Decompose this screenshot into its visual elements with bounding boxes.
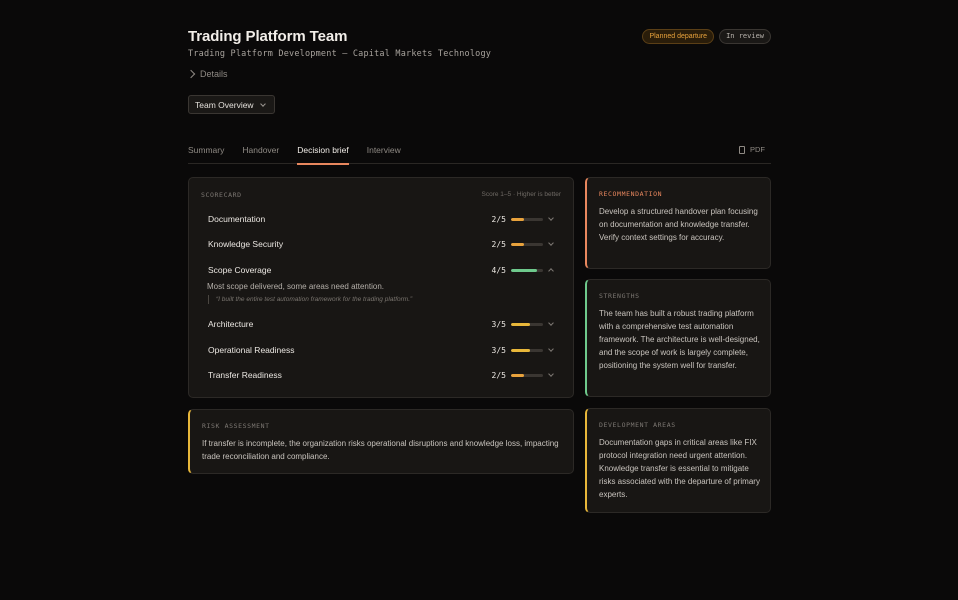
score-value: 2/5 — [491, 214, 506, 224]
chevron-down-icon — [548, 346, 554, 352]
recommendation-label: RECOMMENDATION — [599, 190, 663, 198]
pdf-button[interactable]: PDF — [739, 145, 765, 154]
score-row-knowledge-security[interactable]: Knowledge Security 2/5 — [208, 237, 555, 251]
score-bar — [511, 322, 543, 326]
chevron-right-icon — [186, 69, 196, 79]
tab-interview[interactable]: Interview — [367, 143, 401, 164]
strengths-label: STRENGTHS — [599, 292, 640, 300]
score-value: 2/5 — [491, 239, 506, 249]
in-review-badge: In review — [719, 29, 771, 44]
chevron-down-icon — [548, 240, 554, 246]
planned-departure-badge: Planned departure — [642, 29, 715, 44]
team-select-value: Team Overview — [195, 99, 254, 110]
score-bar — [511, 348, 543, 352]
score-row-name: Knowledge Security — [208, 239, 284, 249]
score-row-architecture[interactable]: Architecture 3/5 — [208, 317, 555, 331]
score-row-name: Transfer Readiness — [208, 370, 282, 380]
score-row-operational-readiness[interactable]: Operational Readiness 3/5 — [208, 343, 555, 357]
score-bar-fill — [511, 217, 524, 221]
recommendation-body: Develop a structured handover plan focus… — [599, 207, 758, 242]
tab-bar: Summary Handover Decision brief Intervie… — [188, 143, 771, 165]
score-value: 3/5 — [491, 319, 506, 329]
development-label: DEVELOPMENT AREAS — [599, 421, 676, 429]
score-bar-fill — [511, 322, 531, 326]
scope-coverage-note: Most scope delivered, some areas need at… — [207, 282, 384, 291]
chevron-down-icon — [548, 371, 554, 377]
team-select[interactable]: Team Overview — [188, 95, 275, 114]
chevron-down-icon — [548, 215, 554, 221]
score-value: 4/5 — [491, 265, 506, 275]
recommendation-card: RECOMMENDATION Develop a structured hand… — [585, 177, 771, 269]
tab-summary[interactable]: Summary — [188, 143, 224, 164]
pdf-label: PDF — [750, 145, 765, 154]
score-value: 3/5 — [491, 345, 506, 355]
score-row-transfer-readiness[interactable]: Transfer Readiness 2/5 — [208, 368, 555, 382]
scope-coverage-quote: “I built the entire test automation fram… — [208, 295, 412, 304]
scorecard-hint: Score 1–5 · Higher is better — [481, 191, 561, 198]
development-body: Documentation gaps in critical areas lik… — [599, 438, 760, 499]
score-row-scope-coverage[interactable]: Scope Coverage 4/5 — [208, 263, 555, 277]
tab-handover[interactable]: Handover — [242, 143, 279, 164]
page-title: Trading Platform Team — [188, 28, 348, 45]
score-bar — [511, 268, 543, 272]
score-bar — [511, 242, 543, 246]
details-toggle[interactable]: Details — [186, 69, 228, 79]
score-row-documentation[interactable]: Documentation 2/5 — [208, 212, 555, 226]
score-bar-fill — [511, 348, 531, 352]
score-row-name: Architecture — [208, 319, 254, 329]
risk-assessment-card: RISK ASSESSMENT If transfer is incomplet… — [188, 409, 574, 474]
score-row-name: Documentation — [208, 214, 266, 224]
score-value: 2/5 — [491, 370, 506, 380]
tab-decision-brief[interactable]: Decision brief — [297, 143, 349, 165]
document-icon — [739, 145, 745, 154]
details-label: Details — [200, 69, 228, 79]
scorecard-label: SCORECARD — [201, 191, 242, 199]
chevron-down-icon — [548, 320, 554, 326]
score-bar-fill — [511, 242, 524, 246]
score-row-name: Scope Coverage — [208, 265, 272, 275]
chevron-down-icon — [259, 100, 266, 107]
strengths-card: STRENGTHS The team has built a robust tr… — [585, 279, 771, 397]
risk-body: If transfer is incomplete, the organizat… — [202, 439, 559, 461]
chevron-up-icon — [548, 268, 554, 274]
score-bar-fill — [511, 373, 524, 377]
strengths-body: The team has built a robust trading plat… — [599, 309, 760, 370]
score-bar — [511, 217, 543, 221]
development-areas-card: DEVELOPMENT AREAS Documentation gaps in … — [585, 408, 771, 513]
status-badges: Planned departure In review — [642, 29, 771, 44]
score-bar — [511, 373, 543, 377]
score-row-name: Operational Readiness — [208, 345, 295, 355]
risk-label: RISK ASSESSMENT — [202, 422, 270, 430]
page-subtitle: Trading Platform Development — Capital M… — [188, 49, 492, 59]
score-bar-fill — [511, 268, 537, 272]
